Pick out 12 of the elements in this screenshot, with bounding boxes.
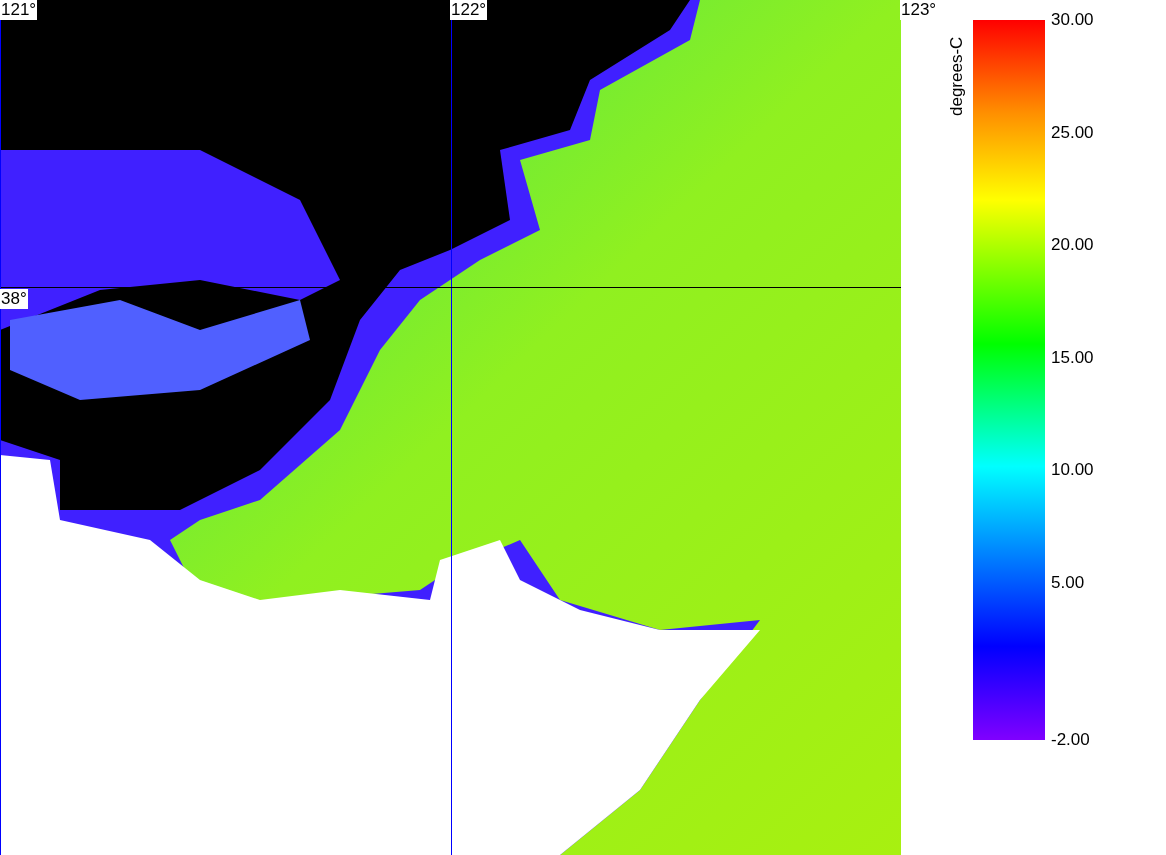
colorbar-tick-label: 10.00 (1051, 460, 1094, 480)
colorbar-tick-label: -2.00 (1051, 730, 1090, 750)
colorbar-tick-label: 25.00 (1051, 122, 1094, 143)
colorbar-tick-label: 20.00 (1051, 235, 1094, 255)
longitude-label: 122° (450, 0, 488, 20)
colorbar-tick-label: 5.00 (1051, 572, 1085, 593)
longitude-label: 123° (900, 0, 938, 20)
colorbar-tick-label: 15.00 (1051, 347, 1094, 368)
colorbar-tick-label: 30.00 (1051, 10, 1094, 30)
latitude-label: 38° (0, 289, 28, 309)
colorbar-title: degrees-C (947, 36, 967, 116)
longitude-label: 121° (0, 0, 38, 20)
